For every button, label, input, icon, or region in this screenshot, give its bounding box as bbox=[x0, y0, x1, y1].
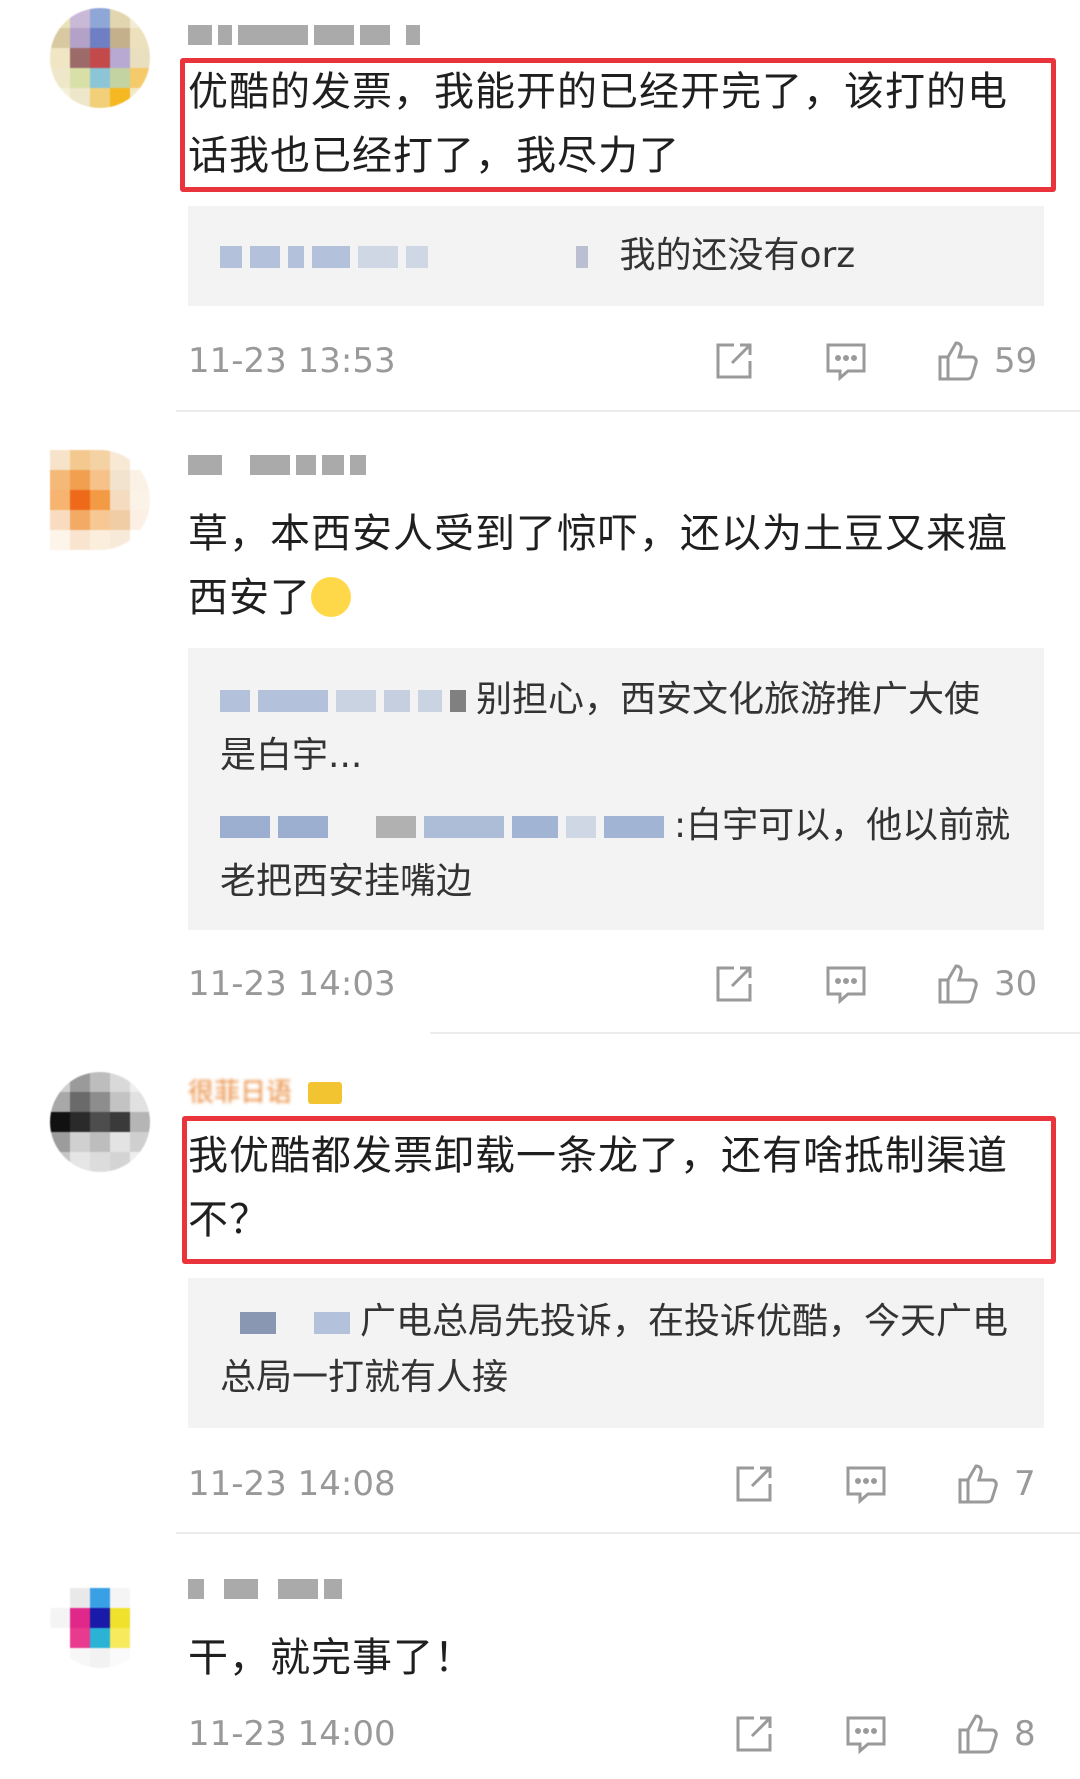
reply-item[interactable]: :白宇可以，他以前就老把西安挂嘴边 bbox=[220, 798, 1012, 910]
share-button[interactable] bbox=[724, 1456, 784, 1512]
reply-username-blurred bbox=[220, 246, 588, 268]
comment-button[interactable] bbox=[836, 1456, 896, 1512]
comment-icon bbox=[826, 966, 866, 1005]
reply-box[interactable]: 别担心，西安文化旅游推广大使是白宇... :白宇可以，他以前就老把西安挂嘴边 bbox=[188, 648, 1044, 930]
laughing-emoji-icon bbox=[311, 577, 351, 617]
comment-icon bbox=[826, 343, 866, 382]
timestamp: 11-23 14:08 bbox=[188, 1464, 396, 1504]
divider bbox=[176, 1532, 1080, 1534]
like-count: 30 bbox=[994, 964, 1038, 1004]
reply-box[interactable]: 我的还没有orz bbox=[188, 206, 1044, 306]
username-blurred[interactable]: 很菲日语 bbox=[188, 1078, 343, 1108]
reply-username-blurred bbox=[220, 1312, 350, 1334]
thumbs-up-icon bbox=[958, 1464, 998, 1504]
like-button[interactable] bbox=[948, 1456, 1008, 1512]
share-icon bbox=[716, 966, 752, 1002]
reply-username-blurred bbox=[220, 816, 664, 838]
share-icon bbox=[716, 343, 752, 379]
comment-button[interactable] bbox=[836, 1706, 896, 1762]
share-icon bbox=[736, 1716, 772, 1752]
share-button[interactable] bbox=[704, 956, 764, 1012]
reply-box[interactable]: 广电总局先投诉，在投诉优酷，今天广电总局一打就有人接 bbox=[188, 1278, 1044, 1428]
like-count: 7 bbox=[1014, 1464, 1036, 1504]
share-button[interactable] bbox=[704, 333, 764, 389]
share-button[interactable] bbox=[724, 1706, 784, 1762]
divider bbox=[176, 410, 1080, 412]
comment-text-content: 草，本西安人受到了惊吓，还以为土豆又来瘟西安了 bbox=[188, 511, 1008, 621]
vip-badge-icon bbox=[308, 1082, 343, 1104]
action-bar: 59 bbox=[704, 333, 1037, 389]
comment-button[interactable] bbox=[816, 956, 876, 1012]
username-blurred[interactable] bbox=[188, 1576, 342, 1602]
avatar[interactable] bbox=[50, 1072, 150, 1172]
like-button[interactable] bbox=[948, 1706, 1008, 1762]
like-count: 59 bbox=[994, 341, 1038, 381]
comment-text: 草，本西安人受到了惊吓，还以为土豆又来瘟西安了 bbox=[188, 502, 1048, 630]
highlight-box bbox=[182, 1116, 1056, 1264]
like-button[interactable] bbox=[928, 956, 988, 1012]
divider bbox=[430, 1032, 1080, 1034]
share-icon bbox=[736, 1466, 772, 1502]
avatar[interactable] bbox=[50, 1568, 150, 1668]
avatar[interactable] bbox=[50, 450, 150, 550]
reply-item[interactable]: 别担心，西安文化旅游推广大使是白宇... bbox=[220, 672, 1012, 784]
like-button[interactable] bbox=[928, 333, 988, 389]
action-bar: 8 bbox=[724, 1706, 1054, 1762]
timestamp: 11-23 14:03 bbox=[188, 964, 396, 1004]
comment-icon bbox=[846, 1466, 886, 1505]
thumbs-up-icon bbox=[938, 964, 978, 1004]
username-blurred[interactable] bbox=[188, 452, 366, 478]
action-bar: 30 bbox=[704, 956, 1037, 1012]
thumbs-up-icon bbox=[938, 341, 978, 381]
username-tag: 很菲日语 bbox=[188, 1078, 293, 1108]
highlight-box bbox=[180, 58, 1056, 192]
comment-button[interactable] bbox=[816, 333, 876, 389]
timestamp: 11-23 14:00 bbox=[188, 1714, 396, 1754]
comment-icon bbox=[846, 1716, 886, 1755]
thumbs-up-icon bbox=[958, 1714, 998, 1754]
comment-text: 干，就完事了！ bbox=[188, 1635, 475, 1681]
reply-text: 我的还没有orz bbox=[619, 235, 856, 276]
like-count: 8 bbox=[1014, 1714, 1036, 1754]
action-bar: 7 bbox=[724, 1456, 1054, 1512]
avatar[interactable] bbox=[50, 8, 150, 108]
timestamp: 11-23 13:53 bbox=[188, 341, 396, 381]
username-blurred[interactable] bbox=[188, 22, 420, 48]
reply-username-blurred bbox=[220, 690, 466, 712]
